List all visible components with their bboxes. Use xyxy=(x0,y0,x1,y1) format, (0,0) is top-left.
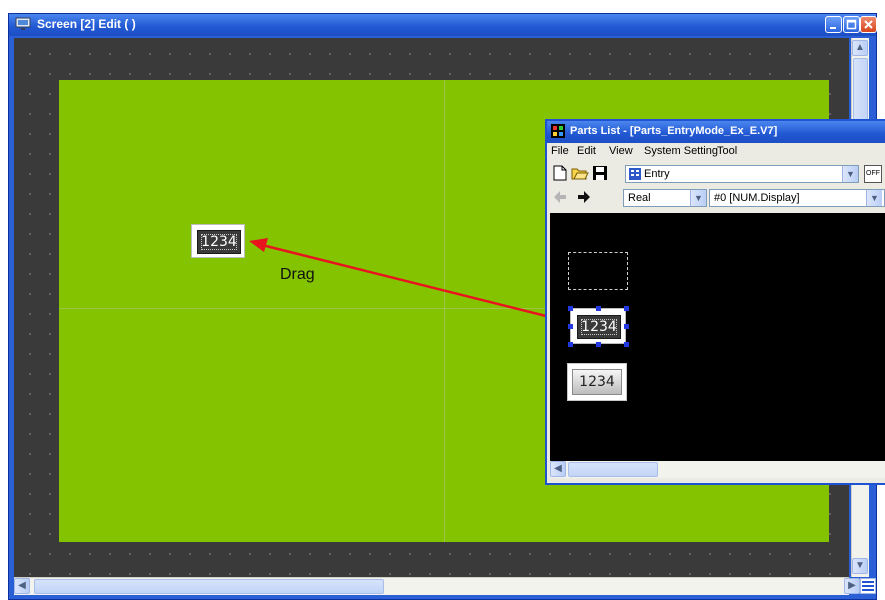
resize-handle[interactable] xyxy=(568,342,573,347)
part-combo[interactable]: #0 [NUM.Display] ▼ xyxy=(709,189,885,207)
dotted-frame xyxy=(581,319,617,335)
drag-label: Drag xyxy=(280,266,315,283)
resize-handle[interactable] xyxy=(596,306,601,311)
parts-horizontal-scrollbar[interactable]: ◀ xyxy=(550,461,885,478)
resize-handle[interactable] xyxy=(568,306,573,311)
chevron-down-icon[interactable]: ▼ xyxy=(842,166,858,182)
chevron-down-icon[interactable]: ▼ xyxy=(690,190,706,206)
mode-combo[interactable]: Entry ▼ xyxy=(625,165,859,183)
silver-numeric-display-part[interactable]: 1234 xyxy=(567,363,627,401)
toolbar-bottom: Real ▼ #0 [NUM.Display] ▼ xyxy=(547,187,885,209)
open-folder-icon[interactable] xyxy=(571,165,589,181)
parts-list-app-icon xyxy=(551,124,565,138)
parts-preview-area[interactable]: 1234 1234 xyxy=(550,213,885,461)
arrowhead-icon xyxy=(249,238,268,252)
back-arrow-icon[interactable] xyxy=(553,190,567,204)
entry-grid-icon xyxy=(629,168,641,180)
resize-handle[interactable] xyxy=(624,324,629,329)
forward-arrow-icon[interactable] xyxy=(577,190,591,204)
scroll-left-button[interactable]: ◀ xyxy=(550,461,566,477)
resize-handle[interactable] xyxy=(624,342,629,347)
mode-combo-value: Entry xyxy=(644,168,670,180)
selected-numeric-display-part[interactable]: 1234 xyxy=(568,306,629,347)
parts-list-title: Parts List - [Parts_EntryMode_Ex_E.V7] xyxy=(570,125,778,137)
menu-view[interactable]: View xyxy=(609,145,633,157)
menu-edit[interactable]: Edit xyxy=(577,145,596,157)
menu-tool[interactable]: Tool xyxy=(717,145,737,157)
type-combo[interactable]: Real ▼ xyxy=(623,189,707,207)
toggle-off-button[interactable]: OFF xyxy=(864,165,882,183)
empty-part-slot[interactable] xyxy=(568,252,628,290)
menu-system-setting[interactable]: System Setting xyxy=(644,145,718,157)
save-icon[interactable] xyxy=(592,165,608,181)
off-icon: OFF xyxy=(866,170,880,177)
resize-handle[interactable] xyxy=(596,342,601,347)
resize-handle[interactable] xyxy=(568,324,573,329)
menu-file[interactable]: File xyxy=(551,145,569,157)
chevron-down-icon[interactable]: ▼ xyxy=(866,190,882,206)
selected-part-display: 1234 xyxy=(577,315,621,339)
toolbar-top: Entry ▼ OFF xyxy=(547,163,885,185)
type-combo-value: Real xyxy=(628,192,651,204)
part-combo-value: #0 [NUM.Display] xyxy=(714,192,800,204)
parts-list-title-bar[interactable]: Parts List - [Parts_EntryMode_Ex_E.V7] xyxy=(547,121,885,143)
new-file-icon[interactable] xyxy=(553,165,567,181)
menu-bar: File Edit View System Setting Tool xyxy=(547,143,885,161)
parts-list-window: Parts List - [Parts_EntryMode_Ex_E.V7] F… xyxy=(545,119,885,485)
chevron-left-icon: ◀ xyxy=(554,463,562,474)
parts-scroll-thumb[interactable] xyxy=(568,462,658,477)
silver-part-value: 1234 xyxy=(572,369,622,395)
resize-handle[interactable] xyxy=(624,306,629,311)
